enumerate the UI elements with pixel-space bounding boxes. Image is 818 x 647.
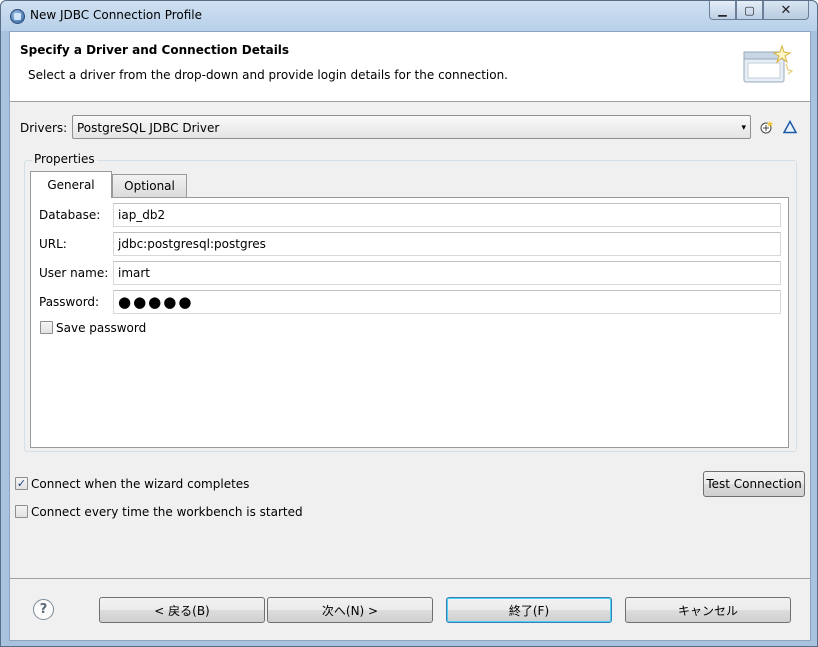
url-value: jdbc:postgresql:postgres bbox=[118, 237, 266, 251]
url-field[interactable]: jdbc:postgresql:postgres bbox=[113, 232, 781, 256]
password-masked-value: ●●●●● bbox=[118, 293, 194, 311]
close-icon: ✕ bbox=[780, 2, 792, 18]
username-field[interactable]: imart bbox=[113, 261, 781, 285]
test-connection-label: Test Connection bbox=[706, 477, 802, 491]
header-title: Specify a Driver and Connection Details bbox=[20, 43, 290, 57]
database-field[interactable]: iap_db2 bbox=[113, 203, 781, 227]
wizard-banner-icon bbox=[743, 44, 794, 83]
password-field[interactable]: ●●●●● bbox=[113, 290, 781, 314]
drivers-selected-value: PostgreSQL JDBC Driver bbox=[77, 121, 220, 135]
connect-when-completes-checkbox[interactable]: ✓ bbox=[15, 477, 28, 490]
edit-driver-button[interactable] bbox=[781, 118, 799, 136]
wizard-header: Specify a Driver and Connection Details … bbox=[10, 32, 810, 102]
help-icon: ? bbox=[39, 602, 48, 617]
connect-every-time-label: Connect every time the workbench is star… bbox=[31, 505, 303, 519]
check-icon: ✓ bbox=[16, 477, 27, 490]
drivers-label: Drivers: bbox=[20, 121, 68, 135]
tab-general-label: General bbox=[47, 178, 95, 192]
save-password-label: Save password bbox=[56, 321, 147, 335]
username-label: User name: bbox=[39, 266, 109, 280]
new-driver-button[interactable] bbox=[758, 118, 776, 136]
password-label: Password: bbox=[39, 295, 100, 309]
test-connection-button[interactable]: Test Connection bbox=[703, 471, 805, 497]
url-label: URL: bbox=[39, 237, 67, 251]
back-button-label: < 戻る(B) bbox=[154, 603, 210, 618]
database-label: Database: bbox=[39, 208, 101, 222]
chevron-down-icon: ▾ bbox=[741, 123, 746, 133]
finish-button[interactable]: 終了(F) bbox=[446, 597, 612, 623]
help-button[interactable]: ? bbox=[33, 599, 54, 620]
dialog-window: New JDBC Connection Profile ▁ ▢ ✕ Specif… bbox=[0, 0, 818, 647]
database-value: iap_db2 bbox=[118, 208, 166, 222]
connect-every-time-checkbox[interactable] bbox=[15, 505, 28, 518]
properties-group-label: Properties bbox=[32, 152, 97, 166]
caption-buttons: ▁ ▢ ✕ bbox=[709, 1, 809, 21]
window-title: New JDBC Connection Profile bbox=[30, 8, 203, 22]
connect-when-completes-label: Connect when the wizard completes bbox=[31, 477, 250, 491]
footer-separator bbox=[10, 578, 810, 579]
save-password-checkbox[interactable] bbox=[40, 321, 53, 334]
maximize-button[interactable]: ▢ bbox=[736, 1, 763, 20]
dialog-client-area: Specify a Driver and Connection Details … bbox=[9, 31, 811, 641]
next-button[interactable]: 次へ(N) > bbox=[267, 597, 433, 623]
finish-button-label: 終了(F) bbox=[508, 603, 550, 618]
database-app-icon bbox=[10, 9, 25, 24]
username-value: imart bbox=[118, 266, 151, 280]
close-button[interactable]: ✕ bbox=[763, 1, 809, 20]
tab-general[interactable]: General bbox=[30, 171, 112, 198]
minimize-icon: ▁ bbox=[718, 3, 727, 17]
minimize-button[interactable]: ▁ bbox=[709, 1, 736, 20]
cancel-button-label: キャンセル bbox=[677, 603, 738, 618]
back-button[interactable]: < 戻る(B) bbox=[99, 597, 265, 623]
title-bar[interactable]: New JDBC Connection Profile ▁ ▢ ✕ bbox=[1, 1, 817, 31]
new-driver-icon bbox=[760, 121, 773, 134]
cancel-button[interactable]: キャンセル bbox=[625, 597, 791, 623]
drivers-combo[interactable]: PostgreSQL JDBC Driver ▾ bbox=[72, 115, 751, 139]
maximize-icon: ▢ bbox=[744, 3, 755, 17]
tab-optional-label: Optional bbox=[124, 179, 175, 193]
tab-optional[interactable]: Optional bbox=[112, 174, 187, 197]
next-button-label: 次へ(N) > bbox=[321, 603, 379, 618]
header-description: Select a driver from the drop-down and p… bbox=[28, 68, 508, 82]
delta-icon bbox=[783, 120, 797, 134]
